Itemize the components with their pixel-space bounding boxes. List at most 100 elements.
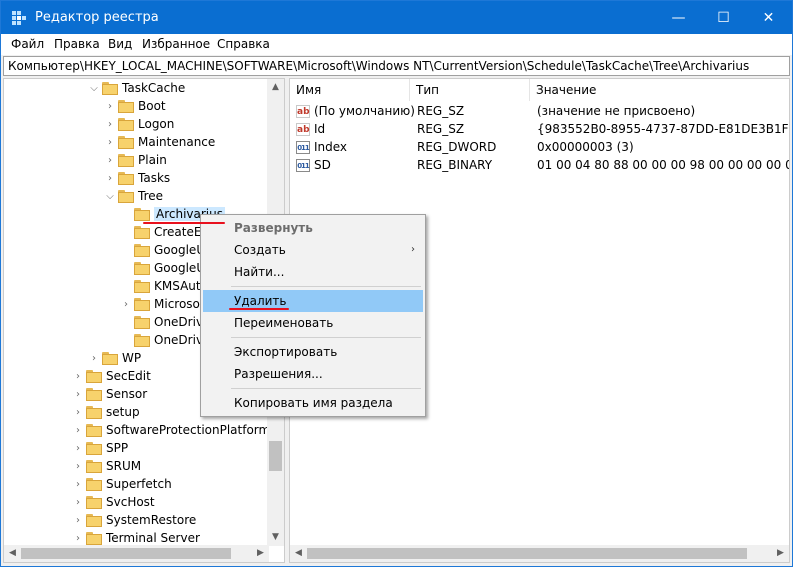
menu-help[interactable]: Справка: [217, 37, 270, 51]
folder-icon: [102, 81, 118, 95]
tree-node-superfetch[interactable]: › Superfetch: [72, 475, 172, 493]
menu-file[interactable]: Файл: [11, 37, 44, 51]
tree-node-googleu-1[interactable]: GoogleU: [120, 241, 205, 259]
tree-node-spp[interactable]: › SPP: [72, 439, 128, 457]
tree-node-systemrestore[interactable]: › SystemRestore: [72, 511, 196, 529]
value-name: Index: [314, 140, 348, 154]
window-title: Редактор реестра: [35, 10, 159, 25]
tree-node-kmsauto[interactable]: KMSAuto: [120, 277, 208, 295]
tree-node-onedrive-1[interactable]: OneDrive: [120, 313, 210, 331]
column-header-type[interactable]: Тип: [410, 79, 530, 101]
folder-icon: [86, 441, 102, 455]
tree-node-microsoft[interactable]: › Microsof: [120, 295, 204, 313]
menu-item-rename[interactable]: Переименовать: [203, 312, 423, 334]
minimize-icon: —: [671, 9, 686, 26]
menu-edit[interactable]: Правка: [54, 37, 100, 51]
tree-node-onedrive-2[interactable]: OneDrive: [120, 331, 210, 349]
chevron-right-icon[interactable]: ›: [72, 443, 84, 454]
column-header-name[interactable]: Имя: [290, 79, 410, 101]
tree-horizontal-scrollbar[interactable]: ◀ ▶: [4, 545, 269, 562]
maximize-icon: ☐: [717, 9, 730, 26]
tree-node-createex[interactable]: CreateEx: [120, 223, 209, 241]
chevron-right-icon[interactable]: ›: [88, 353, 100, 364]
folder-icon: [134, 279, 150, 293]
menu-view[interactable]: Вид: [108, 37, 132, 51]
tree-node-svchost[interactable]: › SvcHost: [72, 493, 155, 511]
tree-scroll-thumb[interactable]: [269, 441, 282, 471]
address-bar[interactable]: Компьютер\HKEY_LOCAL_MACHINE\SOFTWARE\Mi…: [3, 56, 790, 76]
chevron-down-icon[interactable]: ⌵: [88, 83, 100, 94]
folder-icon: [118, 171, 134, 185]
tree-hscroll-thumb[interactable]: [21, 548, 231, 559]
tree-node-setup[interactable]: › setup: [72, 403, 140, 421]
value-row-id[interactable]: ab Id REG_SZ {983552B0-8955-4737-87DD-E8…: [290, 121, 789, 139]
menu-item-new[interactable]: Создать ›: [203, 239, 423, 261]
registry-editor-icon: [12, 11, 26, 25]
scroll-right-icon[interactable]: ▶: [252, 545, 269, 562]
list-horizontal-scrollbar[interactable]: ◀ ▶: [290, 545, 789, 562]
chevron-right-icon[interactable]: ›: [104, 173, 116, 184]
value-row-index[interactable]: 011 Index REG_DWORD 0x00000003 (3): [290, 139, 789, 157]
value-row-default[interactable]: ab (По умолчанию) REG_SZ (значение не пр…: [290, 103, 789, 121]
folder-icon: [134, 297, 150, 311]
close-button[interactable]: ✕: [746, 1, 791, 34]
scroll-left-icon[interactable]: ◀: [290, 545, 307, 562]
tree-node-softwareprotectionplatform[interactable]: › SoftwareProtectionPlatform: [72, 421, 270, 439]
menu-item-find[interactable]: Найти...: [203, 261, 423, 283]
menu-item-permissions[interactable]: Разрешения...: [203, 363, 423, 385]
chevron-right-icon[interactable]: ›: [72, 515, 84, 526]
chevron-right-icon[interactable]: ›: [72, 407, 84, 418]
folder-icon: [86, 495, 102, 509]
tree-node-srum[interactable]: › SRUM: [72, 457, 141, 475]
chevron-right-icon[interactable]: ›: [120, 299, 132, 310]
title-bar[interactable]: Редактор реестра — ☐ ✕: [1, 1, 792, 34]
tree-node-sensor[interactable]: › Sensor: [72, 385, 147, 403]
tree-node-tasks[interactable]: › Tasks: [104, 169, 170, 187]
value-row-sd[interactable]: 011 SD REG_BINARY 01 00 04 80 88 00 00 0…: [290, 157, 789, 175]
value-type: REG_BINARY: [417, 158, 493, 172]
annotation-underline-archivarius: [143, 222, 225, 224]
list-hscroll-thumb[interactable]: [307, 548, 747, 559]
tree-node-wp[interactable]: › WP: [88, 349, 141, 367]
string-value-icon: ab: [296, 123, 310, 136]
chevron-right-icon[interactable]: ›: [104, 101, 116, 112]
folder-icon: [134, 225, 150, 239]
tree-node-secedit[interactable]: › SecEdit: [72, 367, 151, 385]
tree-node-taskcache[interactable]: ⌵ TaskCache: [88, 79, 185, 97]
chevron-right-icon[interactable]: ›: [72, 479, 84, 490]
chevron-down-icon[interactable]: ⌵: [104, 191, 116, 202]
menu-item-copy-key-name[interactable]: Копировать имя раздела: [203, 392, 423, 414]
minimize-button[interactable]: —: [656, 1, 701, 34]
folder-icon: [86, 369, 102, 383]
chevron-right-icon[interactable]: ›: [72, 533, 84, 544]
value-data: 01 00 04 80 88 00 00 00 98 00 00 00 00 0…: [537, 158, 789, 172]
folder-icon: [86, 387, 102, 401]
scroll-right-icon[interactable]: ▶: [772, 545, 789, 562]
folder-icon: [86, 531, 102, 545]
folder-icon: [86, 459, 102, 473]
chevron-right-icon[interactable]: ›: [104, 155, 116, 166]
chevron-right-icon[interactable]: ›: [72, 389, 84, 400]
chevron-right-icon[interactable]: ›: [104, 119, 116, 130]
registry-editor-window: Редактор реестра — ☐ ✕ Файл Правка Вид И…: [0, 0, 793, 567]
maximize-button[interactable]: ☐: [701, 1, 746, 34]
chevron-right-icon[interactable]: ›: [104, 137, 116, 148]
scroll-up-icon[interactable]: ▲: [267, 79, 284, 96]
tree-node-googleu-2[interactable]: GoogleU: [120, 259, 205, 277]
column-header-value[interactable]: Значение: [530, 79, 789, 101]
scroll-down-icon[interactable]: ▼: [267, 529, 284, 546]
tree-node-tree[interactable]: ⌵ Tree: [104, 187, 163, 205]
chevron-right-icon[interactable]: ›: [72, 461, 84, 472]
chevron-right-icon[interactable]: ›: [72, 497, 84, 508]
tree-node-logon[interactable]: › Logon: [104, 115, 174, 133]
scroll-left-icon[interactable]: ◀: [4, 545, 21, 562]
tree-node-boot[interactable]: › Boot: [104, 97, 166, 115]
tree-node-plain[interactable]: › Plain: [104, 151, 167, 169]
chevron-right-icon[interactable]: ›: [72, 425, 84, 436]
chevron-right-icon[interactable]: ›: [72, 371, 84, 382]
menu-item-export[interactable]: Экспортировать: [203, 341, 423, 363]
menu-item-expand[interactable]: Развернуть: [203, 217, 423, 239]
folder-icon: [86, 405, 102, 419]
menu-favorites[interactable]: Избранное: [142, 37, 210, 51]
tree-node-maintenance[interactable]: › Maintenance: [104, 133, 215, 151]
